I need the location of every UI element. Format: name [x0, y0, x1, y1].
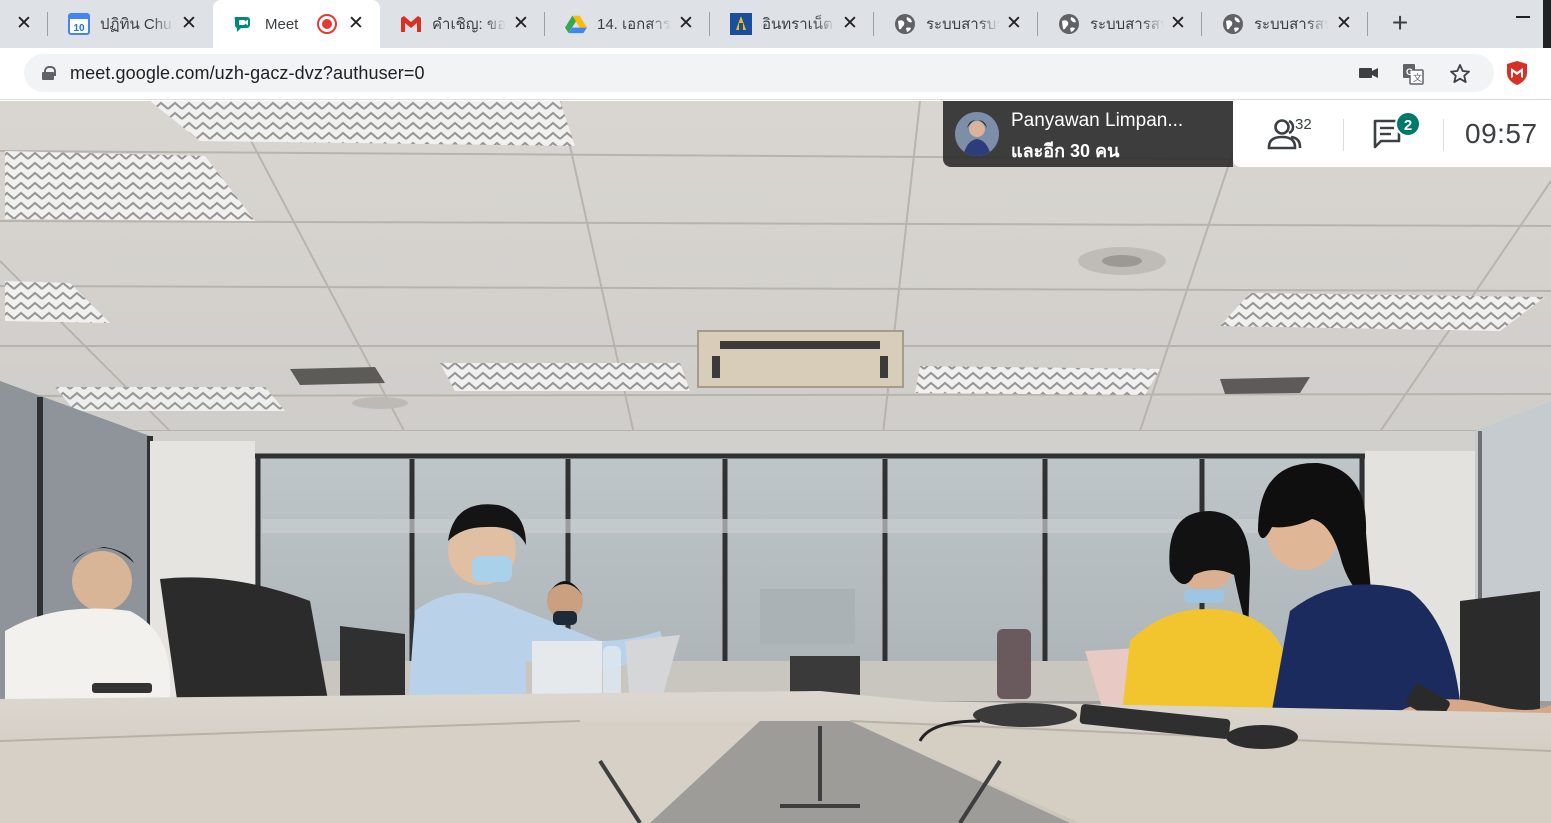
conference-room-image — [0, 101, 1551, 823]
url-text[interactable]: meet.google.com/uzh-gacz-dvz?authuser=0 — [70, 63, 425, 84]
svg-text:G: G — [1406, 67, 1413, 77]
new-tab-button[interactable]: + — [1386, 9, 1414, 38]
tab-system-3[interactable]: ระบบสารสน ✕ — [1202, 0, 1368, 48]
video-feed — [0, 101, 1551, 823]
close-icon[interactable]: ✕ — [840, 14, 860, 34]
tab-system-1[interactable]: ระบบสารบร ✕ — [874, 0, 1038, 48]
chat-unread-badge: 2 — [1395, 111, 1421, 137]
tab-drive[interactable]: 14. เอกสาร ✕ — [545, 0, 710, 48]
tab-title: ระบบสารสน — [1254, 16, 1328, 33]
participants-count: 32 — [1295, 116, 1312, 133]
tab-separator — [1367, 12, 1368, 36]
clock-time: 09:57 — [1465, 118, 1538, 149]
translate-icon[interactable]: G文 — [1402, 63, 1424, 85]
window-edge — [1543, 0, 1551, 48]
mcafee-extension-icon[interactable] — [1505, 60, 1529, 86]
camera-icon[interactable] — [1358, 63, 1380, 83]
tab-gmail[interactable]: คำเชิญ: ขอ ✕ — [380, 0, 545, 48]
divider — [1343, 119, 1344, 151]
google-drive-icon — [565, 13, 587, 35]
other-participants-text: และอีก 30 คน — [1011, 141, 1120, 161]
close-icon[interactable]: ✕ — [676, 14, 696, 34]
svg-text:文: 文 — [1413, 72, 1422, 84]
tab-title: อินทราเน็ต — [762, 16, 833, 33]
avatar — [955, 112, 999, 156]
recording-indicator-icon — [317, 14, 337, 34]
google-meet-icon — [233, 13, 255, 35]
tab-intranet[interactable]: อินทราเน็ต ✕ — [710, 0, 874, 48]
bookmark-star-icon[interactable] — [1449, 63, 1471, 83]
tab-title: Meet — [265, 15, 299, 33]
lock-icon[interactable] — [42, 66, 56, 80]
address-bar[interactable]: meet.google.com/uzh-gacz-dvz?authuser=0 … — [24, 54, 1494, 92]
active-speaker-card[interactable]: Panyawan Limpan... และอีก 30 คน — [943, 101, 1233, 167]
tab-title: ปฏิทิน Chu — [100, 16, 172, 33]
close-icon[interactable]: ✕ — [179, 14, 199, 34]
speaker-name: Panyawan Limpan... — [1011, 110, 1184, 131]
tab-title: ระบบสารบร — [926, 16, 1000, 33]
tab-calendar[interactable]: 10 ปฏิทิน Chu ✕ — [48, 0, 213, 48]
divider — [1443, 119, 1444, 151]
tab-title: 14. เอกสาร — [597, 16, 671, 33]
minimize-icon[interactable] — [1516, 16, 1530, 18]
close-icon[interactable]: ✕ — [14, 14, 34, 34]
browser-toolbar: ꜝ meet.google.com/uzh-gacz-dvz?authuser=… — [0, 48, 1551, 124]
globe-icon — [894, 13, 916, 35]
close-icon[interactable]: ✕ — [346, 14, 366, 34]
tab-title: คำเชิญ: ขอ — [432, 16, 506, 33]
close-icon[interactable]: ✕ — [511, 14, 531, 34]
intranet-logo-icon — [730, 13, 752, 35]
calendar-date: 10 — [73, 23, 85, 34]
tab-partial[interactable]: ✕ — [0, 0, 48, 48]
tab-system-2[interactable]: ระบบสารสน ✕ — [1038, 0, 1202, 48]
close-icon[interactable]: ✕ — [1004, 14, 1024, 34]
tab-meet[interactable]: Meet ✕ — [213, 0, 380, 48]
meet-top-bar: 32 2 09:57 — [1233, 101, 1551, 167]
tab-strip: ✕ 10 ปฏิทิน Chu ✕ Meet ✕ คำเชิญ: ขอ ✕ 14… — [0, 0, 1551, 48]
close-icon[interactable]: ✕ — [1334, 14, 1354, 34]
globe-icon — [1058, 13, 1080, 35]
tab-title: ระบบสารสน — [1090, 16, 1164, 33]
google-calendar-icon: 10 — [68, 13, 90, 35]
globe-icon — [1222, 13, 1244, 35]
gmail-icon — [400, 13, 422, 35]
close-icon[interactable]: ✕ — [1168, 14, 1188, 34]
